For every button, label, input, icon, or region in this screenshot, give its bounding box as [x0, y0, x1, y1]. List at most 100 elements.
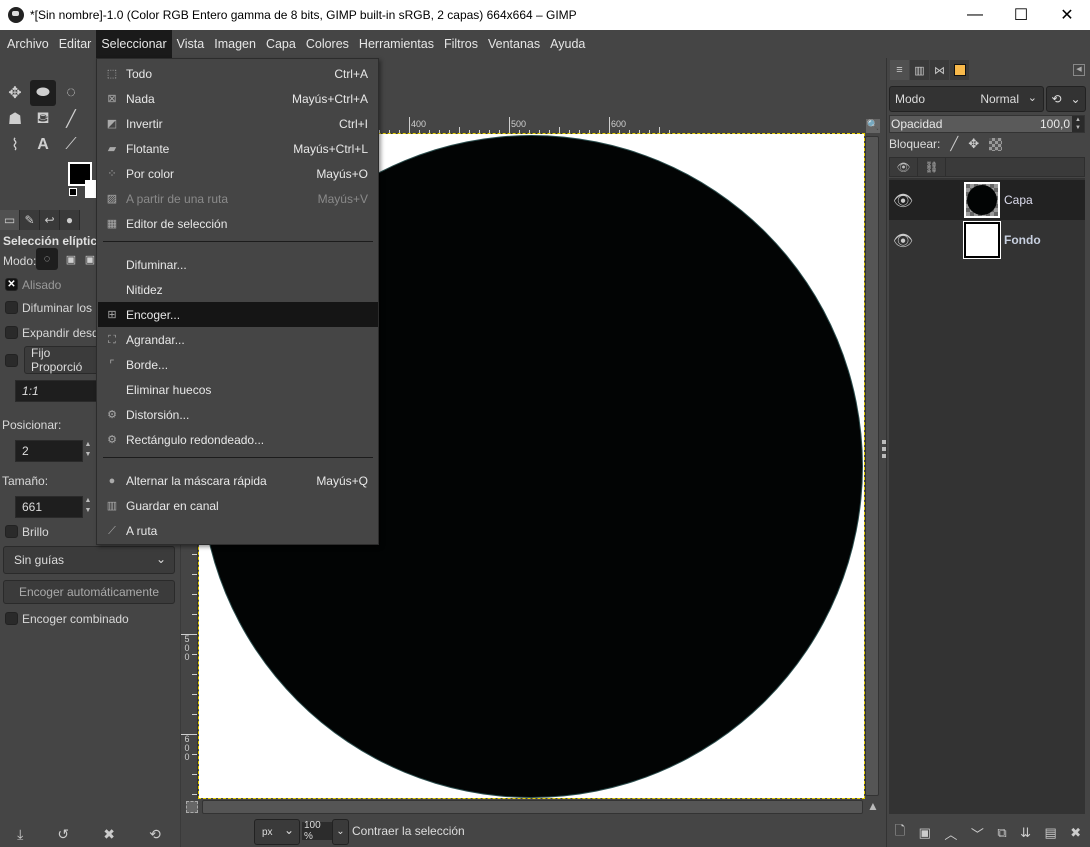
menu-item-agrandar[interactable]: ⛶ Agrandar... — [98, 327, 378, 352]
ratio-input[interactable]: 1:1 — [15, 380, 105, 402]
unit-dropdown[interactable]: px ⌄ — [254, 819, 300, 845]
menu-filtros[interactable]: Filtros — [439, 30, 483, 58]
menu-colores[interactable]: Colores — [301, 30, 354, 58]
lock-position-icon[interactable]: ✥ — [968, 136, 979, 152]
warp-tool-icon[interactable]: ☗ — [2, 106, 28, 132]
lock-pixels-icon[interactable]: ╱ — [950, 136, 958, 152]
duplicate-layer-icon[interactable]: ⧉ — [997, 825, 1006, 841]
menu-item-eliminar-huecos[interactable]: Eliminar huecos — [98, 377, 378, 402]
tab-tool-options[interactable]: ▭ — [0, 210, 20, 230]
menu-archivo[interactable]: Archivo — [2, 30, 54, 58]
tab-undo-history[interactable]: ↩ — [40, 210, 60, 230]
menu-item-todo[interactable]: ⬚ Todo Ctrl+A — [98, 61, 378, 86]
menu-item-alternar-la-máscara-rápida[interactable]: ● Alternar la máscara rápida Mayús+Q — [98, 468, 378, 493]
menu-item-difuminar[interactable]: Difuminar... — [98, 252, 378, 277]
tab-layers[interactable]: ≡ — [890, 60, 909, 80]
delete-options-icon[interactable]: ✖ — [103, 826, 115, 843]
horizontal-scrollbar[interactable] — [202, 800, 863, 814]
menu-capa[interactable]: Capa — [261, 30, 301, 58]
new-layer-group-icon[interactable]: ▣ — [919, 825, 931, 841]
zoom-input[interactable]: 100 % — [302, 820, 332, 842]
layer-mode-dropdown[interactable]: Modo Normal ⌄ — [889, 86, 1044, 112]
move-tool-icon[interactable]: ✥ — [2, 80, 28, 106]
merge-layer-icon[interactable]: ⇊ — [1020, 825, 1031, 841]
menu-item-borde[interactable]: ⌜ Borde... — [98, 352, 378, 377]
zoom-dropdown[interactable]: ⌄ — [332, 819, 349, 845]
save-options-icon[interactable]: ⤓ — [17, 826, 23, 843]
menu-item-invertir[interactable]: ◩ Invertir Ctrl+I — [98, 111, 378, 136]
menu-item-nada[interactable]: ⊠ Nada Mayús+Ctrl+A — [98, 86, 378, 111]
guides-dropdown[interactable]: Sin guías ⌄ — [3, 546, 175, 574]
tab-channels[interactable]: ▥ — [910, 60, 929, 80]
menu-ayuda[interactable]: Ayuda — [545, 30, 590, 58]
layer-mask-icon[interactable]: ▤ — [1045, 825, 1057, 841]
eye-icon[interactable]: 👁 — [892, 231, 914, 251]
menu-item-flotante[interactable]: ▰ Flotante Mayús+Ctrl+L — [98, 136, 378, 161]
new-layer-icon[interactable]: 🗋 — [895, 822, 905, 844]
tab-paths[interactable]: ⋈ — [930, 60, 949, 80]
menu-item-a-ruta[interactable]: ⟋ A ruta — [98, 518, 378, 543]
fixed-checkbox[interactable] — [5, 354, 18, 367]
minimize-button[interactable]: — — [952, 0, 998, 30]
shrink-merged-checkbox[interactable] — [5, 612, 18, 625]
color-picker-tool-icon[interactable]: ⟋ — [58, 132, 84, 158]
ellipse-select-tool-icon[interactable]: ⬬ — [30, 80, 56, 106]
dock-menu-icon[interactable]: ◀ — [1073, 64, 1085, 76]
bucket-fill-tool-icon[interactable]: ⛾ — [30, 106, 56, 132]
quick-mask-toggle[interactable] — [186, 801, 198, 813]
feather-checkbox[interactable] — [5, 301, 18, 314]
menu-item-nitidez[interactable]: Nitidez — [98, 277, 378, 302]
lasso-tool-icon[interactable]: ◌ — [58, 80, 84, 106]
menu-item-a-partir-de-una-ruta[interactable]: ▨ A partir de una ruta Mayús+V — [98, 186, 378, 211]
menu-item-distorsión[interactable]: ⚙ Distorsión... — [98, 402, 378, 427]
position-input[interactable]: 2 — [15, 440, 83, 462]
tab-device-status[interactable]: ✎ — [20, 210, 40, 230]
size-input[interactable]: 661 — [15, 496, 83, 518]
highlight-checkbox[interactable] — [5, 525, 18, 538]
paths-tool-icon[interactable]: ⌇ — [2, 132, 28, 158]
menu-item-por-color[interactable]: ⁘ Por color Mayús+O — [98, 161, 378, 186]
size-spinner[interactable]: ▲ ▼ — [83, 496, 93, 518]
fixed-dropdown[interactable]: Fijo Proporció — [24, 346, 104, 374]
mode-replace-icon[interactable]: ◌ — [36, 248, 58, 270]
composite-mode-dropdown[interactable]: ⟲ ⌄ — [1046, 86, 1086, 112]
maximize-button[interactable]: ☐ — [998, 0, 1044, 30]
menu-imagen[interactable]: Imagen — [209, 30, 261, 58]
raise-layer-icon[interactable]: ︿ — [944, 824, 957, 843]
tab-images[interactable]: ● — [60, 210, 80, 230]
paintbrush-tool-icon[interactable]: ╱ — [58, 106, 84, 132]
auto-shrink-button[interactable]: Encoger automáticamente — [3, 580, 175, 604]
lock-alpha-icon[interactable] — [989, 137, 1003, 151]
close-button[interactable]: ✕ — [1044, 0, 1090, 30]
menu-item-guardar-en-canal[interactable]: ▥ Guardar en canal — [98, 493, 378, 518]
layer-name[interactable]: Fondo — [1004, 233, 1041, 247]
menu-item-encoger[interactable]: ⊞ Encoger... — [98, 302, 378, 327]
restore-options-icon[interactable]: ↺ — [57, 826, 69, 843]
menu-vista[interactable]: Vista — [172, 30, 210, 58]
mode-add-icon[interactable]: ▣ — [60, 248, 82, 270]
default-colors-icon[interactable] — [69, 188, 77, 196]
menu-ventanas[interactable]: Ventanas — [483, 30, 545, 58]
vertical-scrollbar[interactable] — [865, 136, 879, 796]
eye-icon[interactable]: 👁 — [892, 191, 914, 211]
layer-name[interactable]: Capa — [1004, 193, 1033, 207]
zoom-icon[interactable]: 🔍 — [866, 119, 880, 133]
tab-colormap[interactable] — [950, 60, 969, 80]
text-tool-icon[interactable]: A — [30, 132, 56, 158]
menu-item-editor-de-selección[interactable]: ▦ Editor de selección — [98, 211, 378, 236]
delete-layer-icon[interactable]: ✖ — [1070, 825, 1081, 841]
expand-checkbox[interactable] — [5, 326, 18, 339]
menu-editar[interactable]: Editar — [54, 30, 97, 58]
menu-herramientas[interactable]: Herramientas — [354, 30, 439, 58]
navigate-icon[interactable]: ▲ — [866, 799, 880, 813]
layer-row[interactable]: 👁 Capa — [889, 180, 1085, 220]
position-spinner[interactable]: ▲ ▼ — [83, 440, 93, 462]
layer-row[interactable]: 👁 Fondo — [889, 220, 1085, 260]
antialias-checkbox[interactable]: ✕ — [5, 278, 18, 291]
opacity-slider[interactable]: Opacidad 100,0 ▲ ▼ — [889, 115, 1085, 133]
menu-item-rectángulo-redondeado[interactable]: ⚙ Rectángulo redondeado... — [98, 427, 378, 452]
lower-layer-icon[interactable]: ﹀ — [971, 824, 984, 843]
reset-options-icon[interactable]: ⟲ — [149, 826, 161, 843]
menu-seleccionar[interactable]: Seleccionar — [96, 30, 172, 58]
opacity-spinner[interactable]: ▲ ▼ — [1072, 116, 1084, 132]
